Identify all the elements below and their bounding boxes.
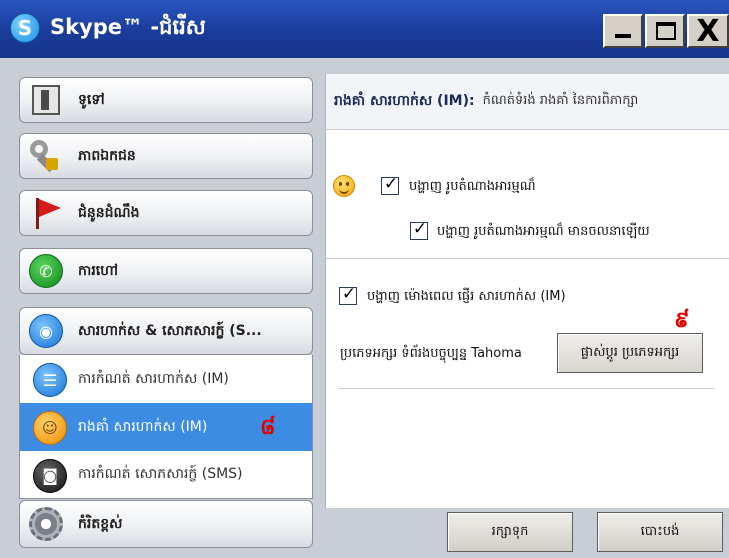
close-icon: X xyxy=(696,14,720,49)
show-emoticons-label: បង្ហាញ រូបតំណាងអារម្មណ៏ xyxy=(409,179,536,194)
minimize-icon xyxy=(615,34,631,38)
panel-header: រាងគាំ សារហាក់ស (IM): កំណត់ទំរង់ រាងគាំ … xyxy=(326,74,729,130)
skype-logo-icon: S xyxy=(10,13,40,43)
panel-title: រាងគាំ សារហាក់ស (IM): xyxy=(334,93,475,109)
gear-icon xyxy=(28,506,64,542)
sidebar-subitem-label: ការកំណត់ សារហាក់ស (IM) xyxy=(78,370,229,387)
emoticon-icon xyxy=(333,175,355,197)
smiley-icon: ☺ xyxy=(32,410,67,445)
save-button[interactable]: រក្សាទុក xyxy=(447,512,573,552)
chat-icon: ◉ xyxy=(28,313,64,349)
title-bar: S Skype™ -ជំរើស X xyxy=(0,0,729,58)
sidebar-item-label: កំរិតខ្ពស់ xyxy=(78,515,123,532)
show-animated-emoticons-checkbox[interactable]: ✓ xyxy=(410,219,428,240)
sidebar-item-label: ភាពឯកជន xyxy=(78,147,136,164)
annotation-marker: ៨ xyxy=(260,415,276,440)
sidebar-item-general[interactable]: ទូទៅ xyxy=(19,77,313,123)
close-button[interactable]: X xyxy=(687,14,729,49)
maximize-icon xyxy=(656,22,676,40)
minimize-button[interactable] xyxy=(603,14,643,48)
sidebar-item-notifications[interactable]: ជំនូនដំណឹង xyxy=(19,190,313,236)
divider xyxy=(338,388,714,389)
checkmark-icon: ✓ xyxy=(412,219,428,239)
door-icon xyxy=(28,82,64,118)
sidebar-subitem-sms-settings[interactable]: ◙ ការកំណត់ សោភសារក្ខ៍ (SMS) xyxy=(19,451,313,499)
maximize-button[interactable] xyxy=(645,14,685,48)
checkmark-icon: ✓ xyxy=(383,174,399,194)
sidebar-item-label: សារហាក់ស & សោភសារក្ខ៍ (S... xyxy=(78,322,262,339)
sidebar-item-label: ការហៅ xyxy=(78,262,118,279)
sidebar-subitem-label: ការកំណត់ សោភសារក្ខ៍ (SMS) xyxy=(78,466,243,482)
cancel-button[interactable]: បោះបង់ xyxy=(597,512,723,552)
annotation-marker: ៩ xyxy=(674,308,690,333)
sidebar-subitem-label: រាងគាំ សារហាក់ស (IM) xyxy=(78,418,208,435)
phone-icon: ✆ xyxy=(28,253,64,289)
sidebar-item-im-sms[interactable]: ◉ សារហាក់ស & សោភសារក្ខ៍ (S... xyxy=(19,307,313,355)
keys-icon xyxy=(28,138,64,174)
sidebar-item-advanced[interactable]: កំរិតខ្ពស់ xyxy=(19,500,313,548)
sidebar-item-privacy[interactable]: ភាពឯកជន xyxy=(19,133,313,179)
show-animated-emoticons-label: បង្ហាញ រូបតំណាងអារម្មណ៏ មានចលនាឡើយ xyxy=(437,224,650,239)
sidebar-item-label: ជំនូនដំណឹង xyxy=(78,204,140,221)
divider xyxy=(326,258,729,259)
panel-subtitle: កំណត់ទំរង់ រាងគាំ នៃការពិភាក្សា xyxy=(482,93,639,108)
checkmark-icon: ✓ xyxy=(341,284,357,304)
sms-icon: ◙ xyxy=(32,458,67,493)
change-font-button[interactable]: ផ្លាស់ប្តូរ ប្រភេទអក្សរ xyxy=(557,333,703,373)
show-timestamps-checkbox[interactable]: ✓ xyxy=(339,284,357,305)
show-emoticons-checkbox[interactable]: ✓ xyxy=(381,174,399,195)
sidebar-subitem-im-settings[interactable]: ☰ ការកំណត់ សារហាក់ស (IM) xyxy=(19,355,313,403)
show-timestamps-label: បង្ហាញ ម៉ោងពេល ផ្ញើរ សារហាក់ស (IM) xyxy=(367,289,566,304)
flag-icon xyxy=(28,195,64,231)
sidebar-item-label: ទូទៅ xyxy=(78,91,105,108)
window-title: Skype™ -ជំរើស xyxy=(50,15,206,39)
sidebar-item-calls[interactable]: ✆ ការហៅ xyxy=(19,248,313,294)
current-font-label: ប្រភេទអក្សរ ទំព័រ​ងបច្ចុប្បន្ន Tahoma xyxy=(340,346,522,361)
chat-bubble-icon: ☰ xyxy=(32,362,67,397)
